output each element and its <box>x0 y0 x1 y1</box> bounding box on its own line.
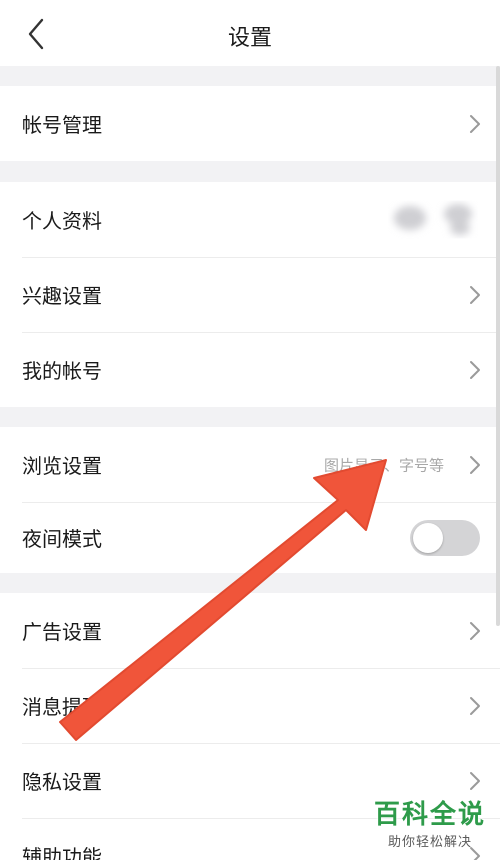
row-account-management[interactable]: 帐号管理 <box>0 86 500 161</box>
watermark-subtitle: 助你轻松解决 <box>387 835 472 850</box>
night-mode-toggle[interactable] <box>410 519 480 556</box>
chevron-right-icon <box>470 621 480 640</box>
chevron-right-icon <box>470 114 480 133</box>
page-title: 设置 <box>227 26 272 51</box>
row-ad-settings[interactable]: 广告设置 <box>0 593 500 668</box>
row-label: 消息提醒 <box>22 695 102 719</box>
row-label: 浏览设置 <box>22 454 102 478</box>
chevron-right-icon <box>470 455 480 474</box>
row-profile[interactable]: 个人资料 <box>0 182 500 257</box>
top-bar: 设置 <box>0 0 500 66</box>
row-notifications[interactable]: 消息提醒 <box>0 668 500 743</box>
row-label: 夜间模式 <box>22 527 102 551</box>
toggle-knob <box>413 522 443 553</box>
watermark: 百科全说 助你轻松解决 <box>374 794 486 850</box>
watermark-title: 百科全说 <box>373 800 486 830</box>
chevron-right-icon <box>470 696 480 715</box>
row-hint: 图片显示、字号等 <box>323 456 444 474</box>
row-browse-settings[interactable]: 浏览设置 图片显示、字号等 <box>0 427 500 502</box>
blurred-avatar <box>394 204 472 235</box>
row-night-mode: 夜间模式 <box>0 502 500 573</box>
settings-group-account: 帐号管理 <box>0 86 500 161</box>
row-label: 帐号管理 <box>22 113 102 137</box>
row-label: 个人资料 <box>22 209 102 233</box>
chevron-right-icon <box>470 360 480 379</box>
chevron-right-icon <box>470 771 480 790</box>
row-label: 隐私设置 <box>22 770 102 794</box>
scrollbar[interactable] <box>496 66 500 626</box>
row-label: 辅助功能 <box>22 845 102 860</box>
row-interest-settings[interactable]: 兴趣设置 <box>0 257 500 332</box>
settings-group-browsing: 浏览设置 图片显示、字号等 夜间模式 <box>0 427 500 573</box>
settings-group-profile: 个人资料 兴趣设置 我的帐号 <box>0 182 500 407</box>
row-label: 我的帐号 <box>22 359 102 383</box>
row-my-account[interactable]: 我的帐号 <box>0 332 500 407</box>
chevron-right-icon <box>470 285 480 304</box>
row-label: 兴趣设置 <box>22 284 102 308</box>
row-label: 广告设置 <box>22 620 102 644</box>
